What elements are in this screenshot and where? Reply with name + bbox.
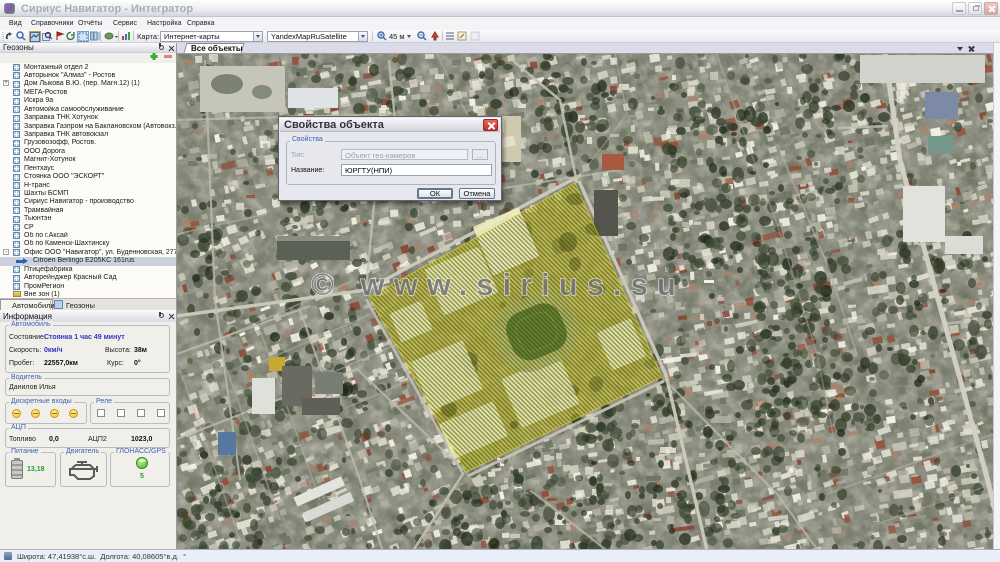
svg-text:© www.sirius.su: © www.sirius.su bbox=[311, 267, 685, 302]
